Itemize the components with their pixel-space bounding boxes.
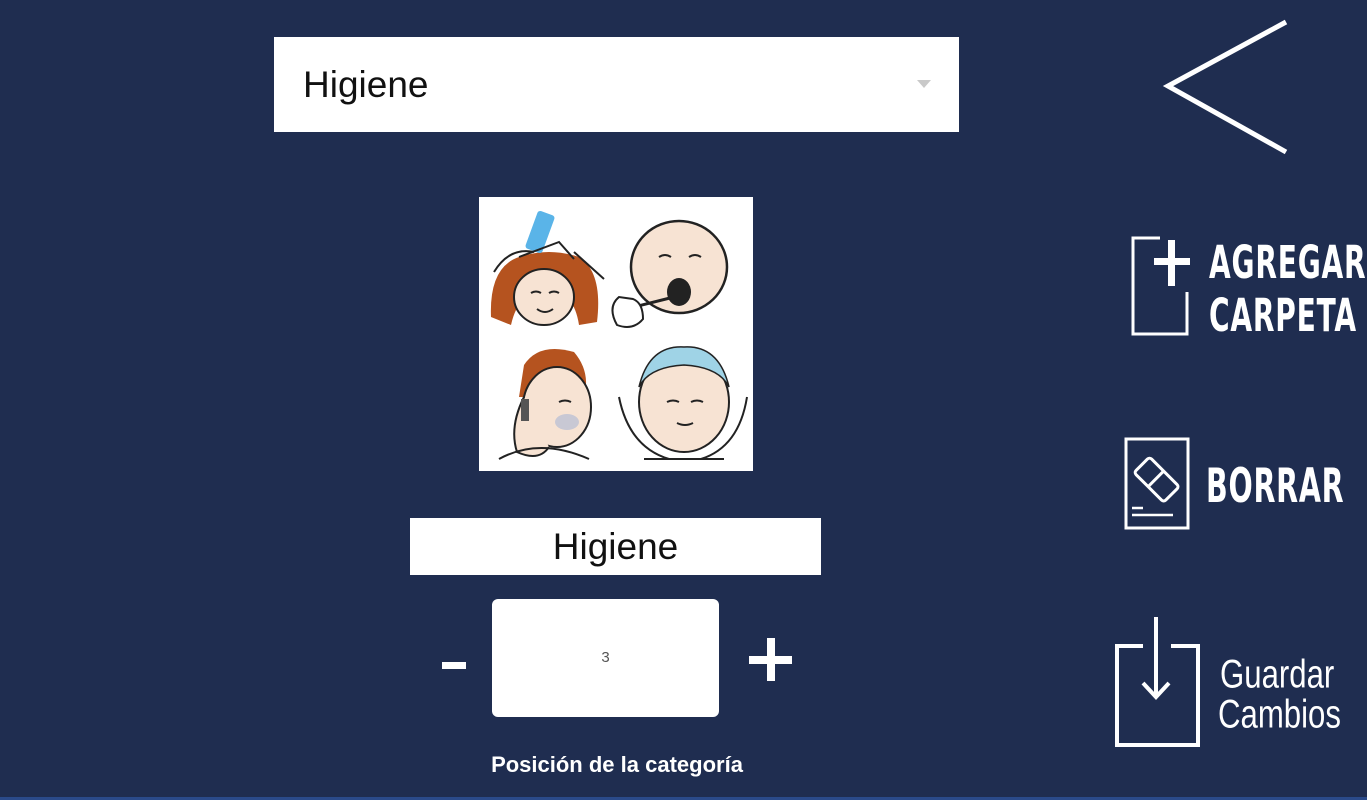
tooth-brushing-icon [611, 219, 729, 328]
delete-button[interactable]: BORRAR [1123, 436, 1344, 532]
save-label-line1: Guardar [1220, 653, 1335, 698]
category-pictogram[interactable] [479, 197, 753, 471]
add-folder-label-line2: CARPETA [1209, 291, 1357, 343]
increase-position-button[interactable] [749, 638, 793, 682]
chevron-down-icon[interactable] [917, 80, 931, 88]
delete-label: BORRAR [1206, 458, 1345, 513]
category-dropdown[interactable]: Higiene [274, 37, 959, 132]
add-folder-button[interactable]: AGREGAR CARPETA [1130, 234, 1366, 342]
decrease-position-button[interactable] [440, 640, 468, 680]
category-name-field[interactable]: Higiene [410, 518, 821, 575]
save-download-icon [1115, 617, 1200, 747]
position-value-field[interactable]: 3 [492, 599, 719, 717]
add-folder-label-line1: AGREGAR [1209, 238, 1367, 290]
save-label-line2: Cambios [1218, 693, 1341, 738]
position-label: Posición de la categoría [491, 752, 743, 777]
add-folder-icon [1131, 236, 1190, 336]
back-chevron-icon [1162, 19, 1288, 155]
face-washing-icon [618, 346, 748, 460]
hygiene-pictogram-icon [490, 210, 748, 460]
hair-brushing-icon [490, 210, 605, 326]
save-changes-button[interactable]: Guardar Cambios [1113, 615, 1353, 750]
eraser-icon [1124, 437, 1190, 530]
shaving-icon [498, 348, 592, 460]
category-dropdown-value: Higiene [303, 64, 429, 105]
back-button[interactable] [1160, 18, 1292, 158]
